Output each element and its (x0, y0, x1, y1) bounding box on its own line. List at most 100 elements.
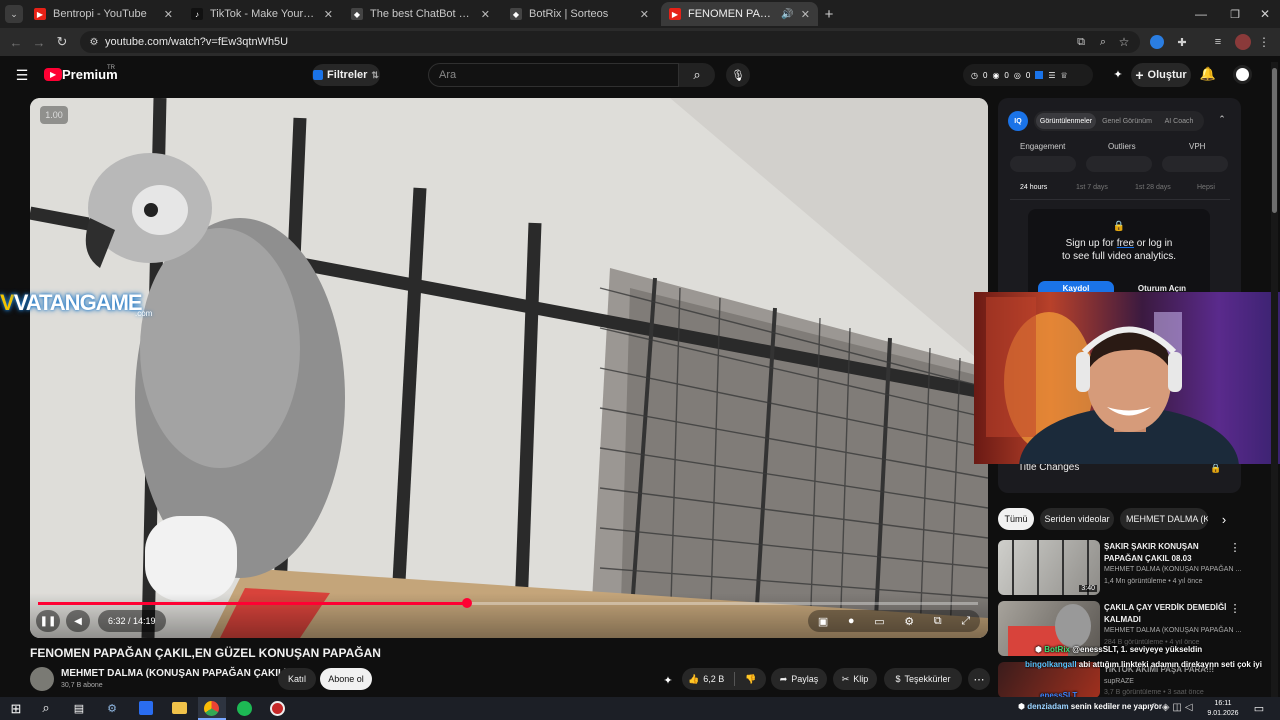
youtube-logo-icon[interactable]: ▶ (44, 68, 62, 81)
subscribe-button[interactable]: Abone ol (320, 668, 372, 690)
rec-channel-2[interactable]: supRAZE (1104, 678, 1134, 685)
notification-bell-icon[interactable]: 🔔 (1200, 66, 1216, 82)
tab-4-active[interactable]: ▶ FENOMEN PAPAĞAN ÇAKIL 🔊 ✕ (661, 2, 818, 26)
range-7d[interactable]: 1st 7 days (1076, 184, 1108, 191)
create-button[interactable]: + Oluştur (1131, 63, 1191, 87)
tab-ai-coach[interactable]: AI Coach (1156, 113, 1202, 129)
tab-close-icon[interactable]: ✕ (324, 8, 333, 21)
filters-button[interactable]: Filtreler ⇅ (312, 64, 380, 86)
spotify-icon[interactable] (237, 701, 252, 716)
rec-channel-1[interactable]: MEHMET DALMA (KONUŞAN PAPAĞAN ... (1104, 627, 1241, 634)
chips-next-chevron-icon[interactable]: › (1216, 511, 1232, 527)
minimize-icon[interactable]: — (1192, 5, 1210, 23)
cast-icon[interactable]: ⧉ (1073, 34, 1089, 50)
system-tray-icons[interactable]: ◠◈◫◁ (1150, 702, 1196, 713)
speaker-icon[interactable]: 🔊 (781, 9, 793, 20)
tab-views[interactable]: Görüntülenmeler (1036, 113, 1096, 129)
media-icon[interactable]: ≡ (1210, 34, 1226, 50)
iq-player-icon[interactable]: ▣ (818, 615, 828, 628)
tab-close-icon[interactable]: ✕ (640, 8, 649, 21)
search-button-icon[interactable]: ⌕ (679, 63, 715, 87)
sparkle-action-icon[interactable]: ✦ (661, 673, 675, 687)
profile-avatar[interactable] (1235, 34, 1251, 50)
zoom-icon[interactable]: ⌕ (1095, 34, 1111, 50)
tab-close-icon[interactable]: ✕ (164, 8, 173, 21)
windows-start-icon[interactable]: ⊞ (8, 701, 24, 717)
like-count[interactable]: 6,2 B (703, 674, 724, 684)
rec-title-0[interactable]: ŞAKIR ŞAKIR KONUŞAN PAPAĞAN ÇAKIL 08.03 (1104, 541, 1199, 565)
signup-text: Sign up for (1065, 238, 1117, 249)
file-explorer-icon[interactable] (172, 702, 187, 714)
search-input[interactable]: Ara (428, 63, 679, 87)
hamburger-menu-icon[interactable]: ☰ (14, 67, 30, 83)
close-window-icon[interactable]: ✕ (1256, 5, 1274, 23)
puzzle-icon[interactable]: ✚ (1174, 34, 1190, 50)
volume-icon[interactable]: ◀ (66, 610, 90, 632)
tab-overview[interactable]: Genel Görünüm (1098, 113, 1156, 129)
back-icon[interactable]: ← (7, 33, 25, 51)
channel-avatar[interactable] (30, 667, 54, 691)
voice-search-microphone-icon[interactable]: 🎙 (726, 63, 750, 87)
progress-bar[interactable] (38, 598, 978, 608)
collapse-chevron-icon[interactable]: ⌃ (1216, 113, 1228, 125)
settings-gear-icon[interactable]: ⚙ (904, 615, 914, 628)
chip-channel[interactable]: MEHMET DALMA (KO (1120, 508, 1208, 530)
sparkle-extension-icon[interactable]: ✦ (1111, 67, 1125, 81)
range-28d[interactable]: 1st 28 days (1135, 184, 1171, 191)
notification-center-icon[interactable]: ▭ (1252, 701, 1266, 715)
new-tab-icon[interactable]: + (820, 5, 838, 23)
tab-2[interactable]: ◆ The best ChatBot and Widgets ✕ (343, 2, 498, 26)
clip-button[interactable]: ✂ Klip (833, 668, 877, 690)
miniplayer-icon[interactable]: ⧉ (934, 615, 942, 628)
range-all[interactable]: Hepsi (1197, 184, 1215, 191)
channel-name[interactable]: MEHMET DALMA (KONUŞAN PAPAĞAN ÇAKIL) (61, 668, 287, 679)
tab-search-icon[interactable]: ⌄ (5, 5, 23, 23)
progress-scrubber[interactable] (461, 598, 472, 608)
reload-icon[interactable]: ↻ (53, 33, 71, 51)
scrollbar-thumb[interactable] (1272, 68, 1277, 213)
subtitles-icon[interactable]: ▭ (874, 615, 884, 628)
menu-kebab-icon[interactable]: ⋮ (1258, 34, 1270, 50)
range-24h[interactable]: 24 hours (1020, 184, 1047, 191)
extension-icon[interactable] (1150, 35, 1164, 49)
forward-icon[interactable]: → (30, 33, 48, 51)
restore-icon[interactable]: ❐ (1226, 5, 1244, 23)
autoplay-toggle-icon[interactable]: ● (848, 615, 855, 627)
like-icon[interactable]: 👍 (688, 674, 699, 685)
site-info-icon[interactable]: ⚙ (87, 35, 101, 49)
rec-menu-icon[interactable]: ⋮ (1230, 541, 1241, 554)
pause-icon[interactable]: ❚❚ (36, 610, 60, 632)
video-player[interactable]: 1.00 ❚❚ ◀ 6:32 / 14:19 ▣ ● ▭ ⚙ ⧉ ⤢ (30, 98, 988, 638)
fullscreen-icon[interactable]: ⤢ (961, 615, 970, 628)
playback-speed-badge[interactable]: 1.00 (40, 106, 68, 124)
taskbar-chrome-active[interactable] (198, 697, 226, 720)
rec-menu-icon[interactable]: ⋮ (1230, 602, 1241, 615)
share-button[interactable]: ➦ Paylaş (771, 668, 827, 690)
tab-0[interactable]: ▶ Bentropi - YouTube ✕ (26, 2, 181, 26)
tab-close-icon[interactable]: ✕ (481, 8, 490, 21)
obs-icon[interactable] (270, 701, 285, 716)
signup-free-link[interactable]: free (1117, 238, 1134, 249)
chip-series[interactable]: Seriden videolar (1040, 508, 1114, 530)
rec-thumbnail-0[interactable]: 3:40 (998, 540, 1100, 595)
tab-3[interactable]: ◆ BotRix | Sorteos ✕ (502, 2, 657, 26)
account-avatar[interactable] (1233, 65, 1252, 84)
tab-1[interactable]: ♪ TikTok - Make Your Day ✕ (183, 2, 341, 26)
bookmark-star-icon[interactable]: ☆ (1116, 34, 1132, 50)
join-button[interactable]: Katıl (278, 668, 316, 690)
store-icon[interactable] (139, 701, 153, 715)
task-view-icon[interactable]: ▤ (71, 700, 87, 716)
thanks-button[interactable]: $ Teşekkürler (884, 668, 962, 690)
chip-all[interactable]: Tümü (998, 508, 1034, 530)
taskbar-clock[interactable]: 16:11 9.01.2026 (1198, 697, 1248, 720)
steam-icon[interactable]: ⚙ (104, 700, 120, 716)
search-taskbar-icon[interactable]: ⌕ (38, 700, 54, 716)
more-actions-icon[interactable]: ⋯ (968, 668, 990, 690)
stats-bar[interactable]: ◷ 0 ◉ 0 ◎ 0 ☰ ♕ (963, 64, 1093, 86)
dislike-icon[interactable]: 👎 (745, 674, 756, 685)
page-scrollbar[interactable] (1271, 62, 1278, 712)
address-bar[interactable]: ⚙ youtube.com/watch?v=fEw3qtnWh5U ⧉ ⌕ ☆ (80, 31, 1140, 53)
rec-title-1[interactable]: ÇAKILA ÇAY VERDİK DEMEDİĞİ KALMADI (1104, 602, 1226, 626)
tab-close-icon[interactable]: ✕ (801, 8, 810, 21)
rec-channel-0[interactable]: MEHMET DALMA (KONUŞAN PAPAĞAN ... (1104, 566, 1241, 573)
